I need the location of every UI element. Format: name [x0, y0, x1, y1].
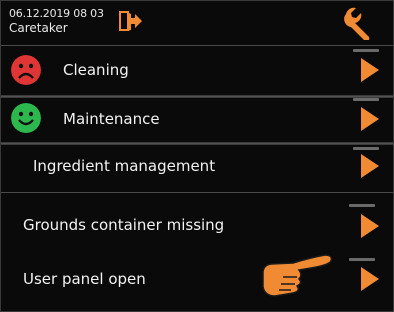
- right-arrow-icon[interactable]: [361, 58, 379, 82]
- logout-door-icon[interactable]: [117, 8, 143, 34]
- menu-item-label: Cleaning: [63, 61, 129, 79]
- right-arrow-icon[interactable]: [361, 267, 379, 291]
- menu-item-ingredient-management[interactable]: Ingredient management: [1, 145, 393, 191]
- tab-indicator: [353, 147, 379, 150]
- right-arrow-icon[interactable]: [361, 154, 379, 178]
- message-label: Grounds container missing: [23, 216, 225, 234]
- sad-face-icon: [11, 55, 41, 85]
- tab-indicator: [353, 98, 379, 101]
- message-label: User panel open: [23, 270, 146, 288]
- happy-face-icon: [11, 103, 41, 133]
- tab-indicator: [349, 258, 375, 261]
- menu-item-label: Ingredient management: [33, 157, 216, 175]
- tab-indicator: [349, 204, 375, 207]
- message-grounds-container-missing[interactable]: Grounds container missing: [1, 201, 393, 251]
- menu-item-label: Maintenance: [63, 110, 160, 128]
- section-divider: [1, 192, 393, 193]
- right-arrow-icon[interactable]: [361, 214, 379, 238]
- menu-item-maintenance[interactable]: Maintenance: [1, 98, 393, 142]
- user-role-text: Caretaker: [9, 21, 68, 35]
- status-header: 06.12.2019 08 03 Caretaker: [1, 1, 393, 45]
- touch-screen: 06.12.2019 08 03 Caretaker Cleaning Main…: [0, 0, 394, 312]
- header-divider: [1, 45, 393, 46]
- datetime-text: 06.12.2019 08 03: [9, 7, 104, 20]
- tab-indicator: [353, 49, 379, 52]
- menu-item-cleaning[interactable]: Cleaning: [1, 47, 393, 95]
- wrench-icon[interactable]: [340, 6, 374, 40]
- right-arrow-icon[interactable]: [361, 107, 379, 131]
- pointing-hand-icon: [262, 254, 333, 297]
